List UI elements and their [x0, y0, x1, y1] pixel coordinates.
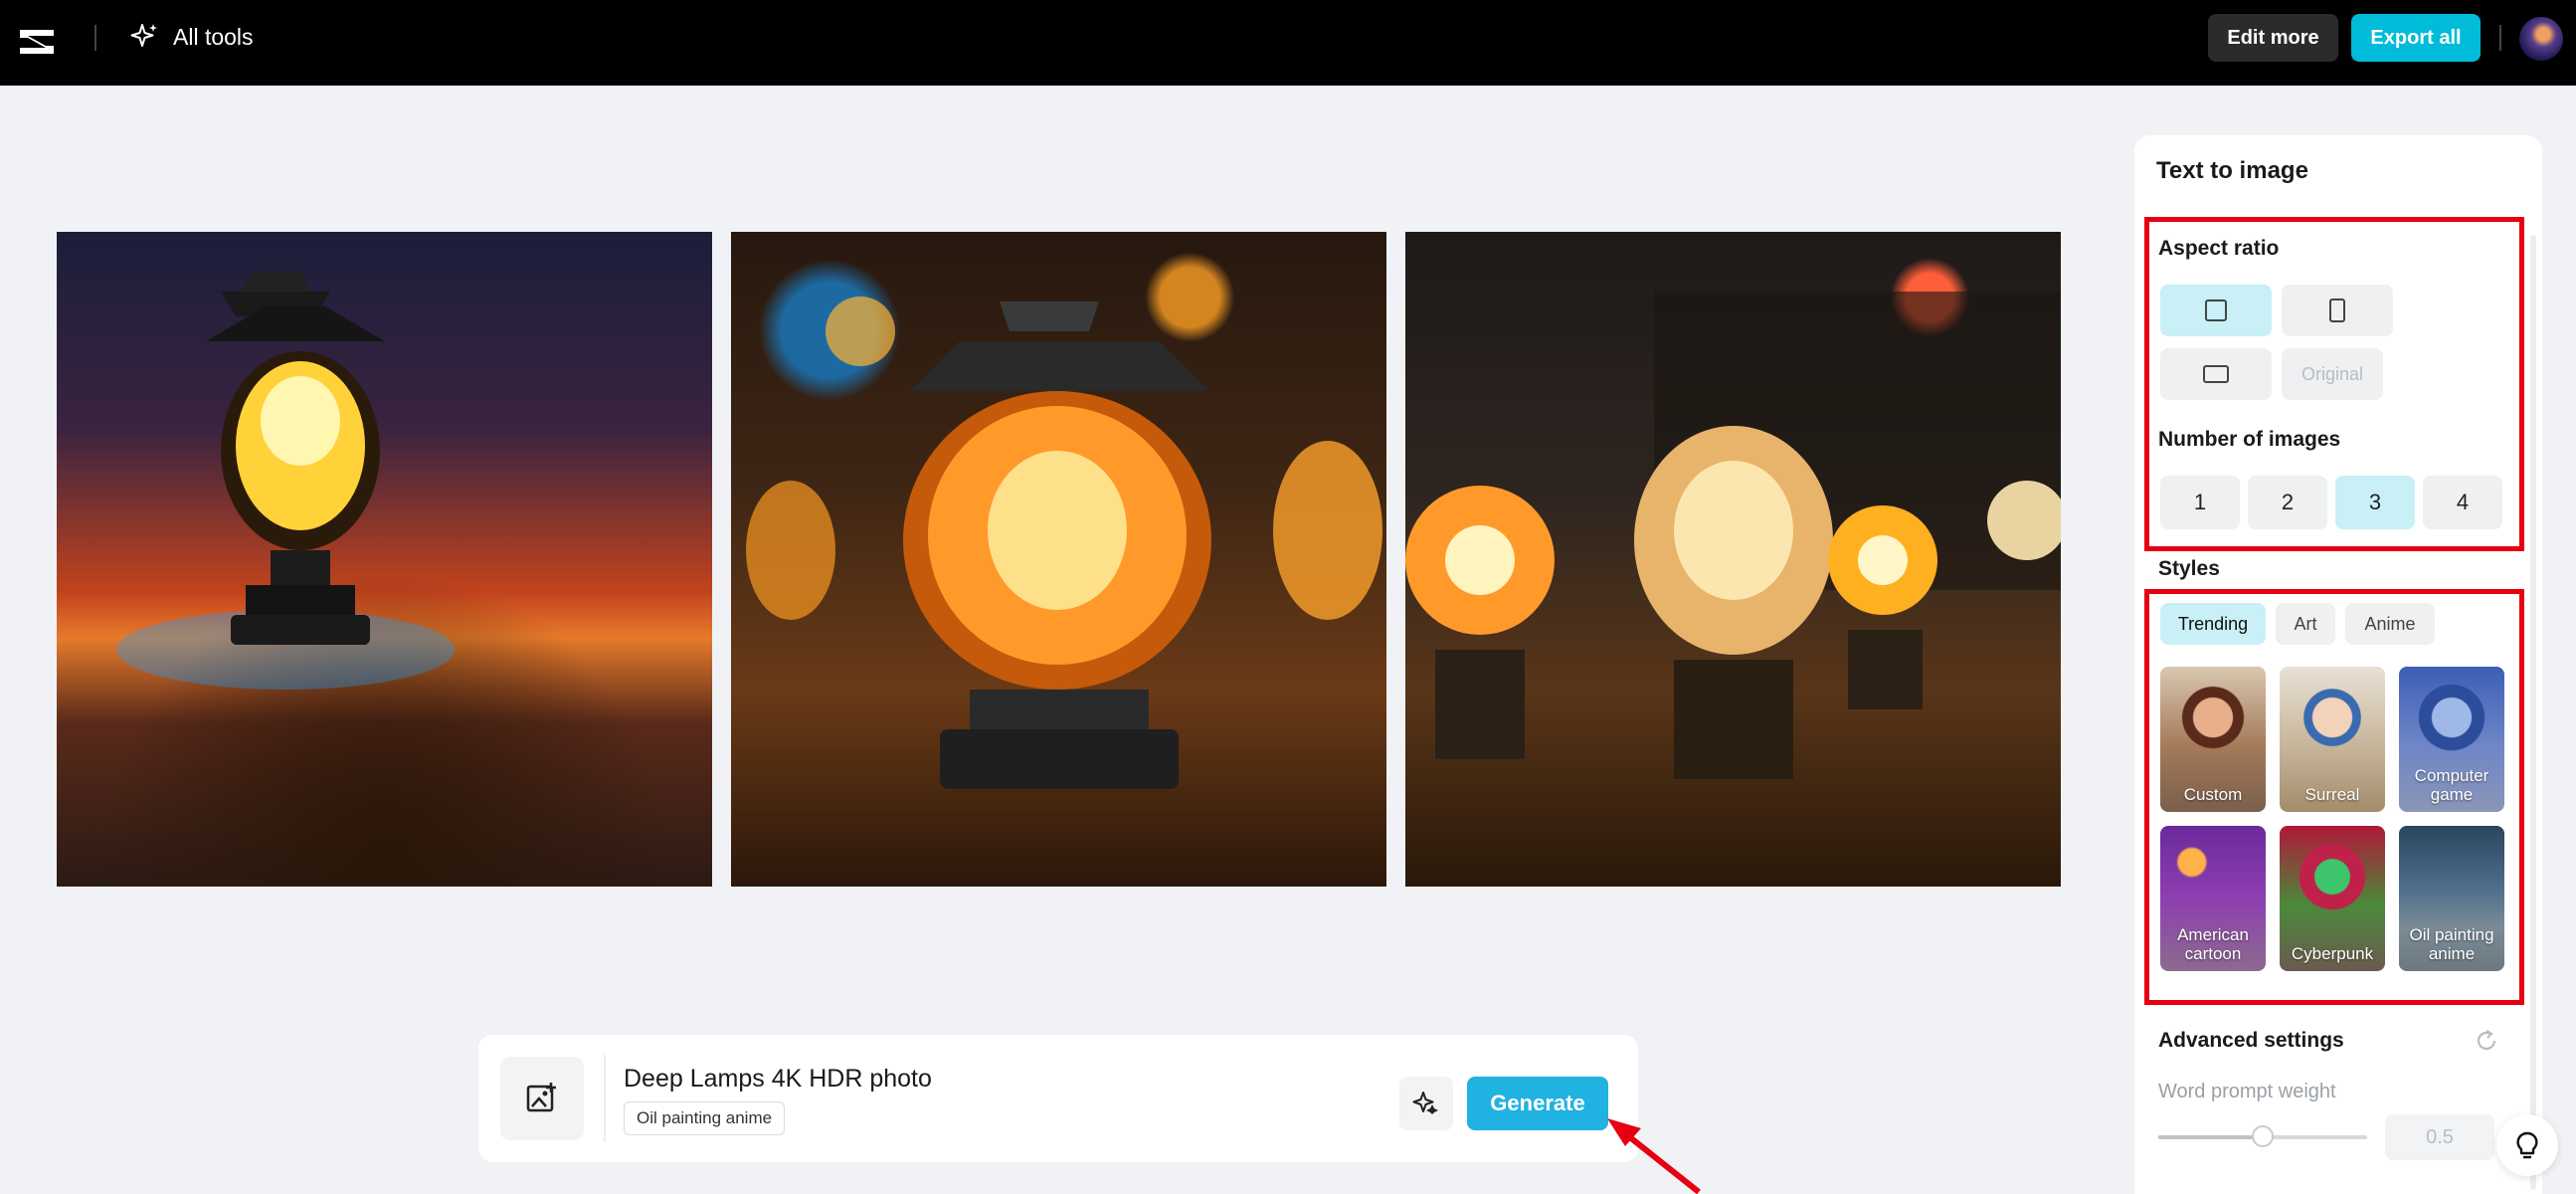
- landscape-ratio-icon: [2203, 365, 2229, 383]
- aspect-original-option[interactable]: Original: [2282, 348, 2383, 400]
- help-button[interactable]: [2496, 1114, 2558, 1176]
- capcut-logo-icon[interactable]: [16, 20, 60, 64]
- tab-anime[interactable]: Anime: [2345, 603, 2435, 645]
- num-images-3[interactable]: 3: [2335, 476, 2415, 529]
- aspect-portrait-option[interactable]: [2282, 285, 2393, 336]
- export-all-button[interactable]: Export all: [2351, 14, 2481, 62]
- word-prompt-weight-value[interactable]: 0.5: [2385, 1114, 2494, 1160]
- reset-icon[interactable]: [2473, 1027, 2500, 1055]
- style-card-label: Cyberpunk: [2291, 944, 2374, 963]
- style-card-label: Computer game: [2414, 766, 2489, 804]
- avatar[interactable]: [2519, 17, 2563, 61]
- word-prompt-weight-label: Word prompt weight: [2158, 1081, 2336, 1102]
- sparkle-icon: [130, 24, 157, 47]
- magic-enhance-button[interactable]: [1399, 1077, 1453, 1130]
- lightbulb-icon: [2516, 1131, 2538, 1159]
- top-bar: All tools Edit more Export all: [0, 0, 2576, 86]
- slider-thumb[interactable]: [2252, 1125, 2274, 1147]
- style-card-label: Oil painting anime: [2409, 925, 2494, 963]
- generated-image-1[interactable]: [57, 232, 712, 887]
- panel-title: Text to image: [2156, 157, 2308, 184]
- style-card-label: American cartoon: [2177, 925, 2249, 963]
- num-images-2[interactable]: 2: [2248, 476, 2327, 529]
- lantern-illustration: [116, 272, 455, 690]
- generated-image-2[interactable]: [731, 232, 1386, 887]
- prompt-divider: [604, 1055, 606, 1142]
- styles-label: Styles: [2158, 557, 2220, 580]
- portrait-ratio-icon: [2329, 298, 2345, 322]
- topbar-divider: [2499, 25, 2501, 51]
- text-to-image-panel: Text to image Aspect ratio Original Numb…: [2134, 135, 2542, 1194]
- style-card-american-cartoon[interactable]: American cartoon: [2160, 826, 2266, 971]
- edit-more-button[interactable]: Edit more: [2208, 14, 2338, 62]
- num-images-1[interactable]: 1: [2160, 476, 2240, 529]
- aspect-ratio-label: Aspect ratio: [2158, 237, 2280, 260]
- tab-art[interactable]: Art: [2276, 603, 2335, 645]
- all-tools-label: All tools: [173, 23, 254, 50]
- upload-reference-button[interactable]: [500, 1057, 584, 1140]
- generate-button[interactable]: Generate: [1467, 1077, 1608, 1130]
- num-images-4[interactable]: 4: [2423, 476, 2502, 529]
- style-card-surreal[interactable]: Surreal: [2280, 667, 2385, 812]
- image-add-icon: [526, 1083, 556, 1112]
- word-prompt-weight-slider[interactable]: [2158, 1125, 2367, 1147]
- magic-wand-icon: [1412, 1092, 1438, 1114]
- lamps-illustration: [1405, 292, 2061, 779]
- style-card-oil-painting-anime[interactable]: Oil painting anime: [2399, 826, 2504, 971]
- style-card-computer-game[interactable]: Computer game: [2399, 667, 2504, 812]
- prompt-bar: Deep Lamps 4K HDR photo Oil painting ani…: [478, 1035, 1638, 1162]
- aspect-square-option[interactable]: [2160, 285, 2272, 336]
- generated-image-3[interactable]: [1405, 232, 2061, 887]
- slider-fill: [2158, 1135, 2263, 1139]
- annotation-arrow-icon: [1607, 1118, 1701, 1194]
- style-card-label: Surreal: [2304, 785, 2360, 804]
- style-tag[interactable]: Oil painting anime: [624, 1101, 786, 1135]
- style-card-custom[interactable]: Custom: [2160, 667, 2266, 812]
- tab-trending[interactable]: Trending: [2160, 603, 2266, 645]
- style-card-label: Custom: [2183, 785, 2243, 804]
- panel-scrollbar[interactable]: [2530, 235, 2536, 1190]
- lantern-illustration: [746, 297, 1382, 789]
- advanced-settings-label[interactable]: Advanced settings: [2158, 1029, 2344, 1053]
- prompt-text[interactable]: Deep Lamps 4K HDR photo: [624, 1065, 932, 1094]
- aspect-landscape-option[interactable]: [2160, 348, 2272, 400]
- topbar-divider: [94, 25, 96, 51]
- all-tools-button[interactable]: All tools: [129, 22, 254, 52]
- square-ratio-icon: [2205, 299, 2227, 321]
- style-card-cyberpunk[interactable]: Cyberpunk: [2280, 826, 2385, 971]
- number-of-images-label: Number of images: [2158, 428, 2341, 451]
